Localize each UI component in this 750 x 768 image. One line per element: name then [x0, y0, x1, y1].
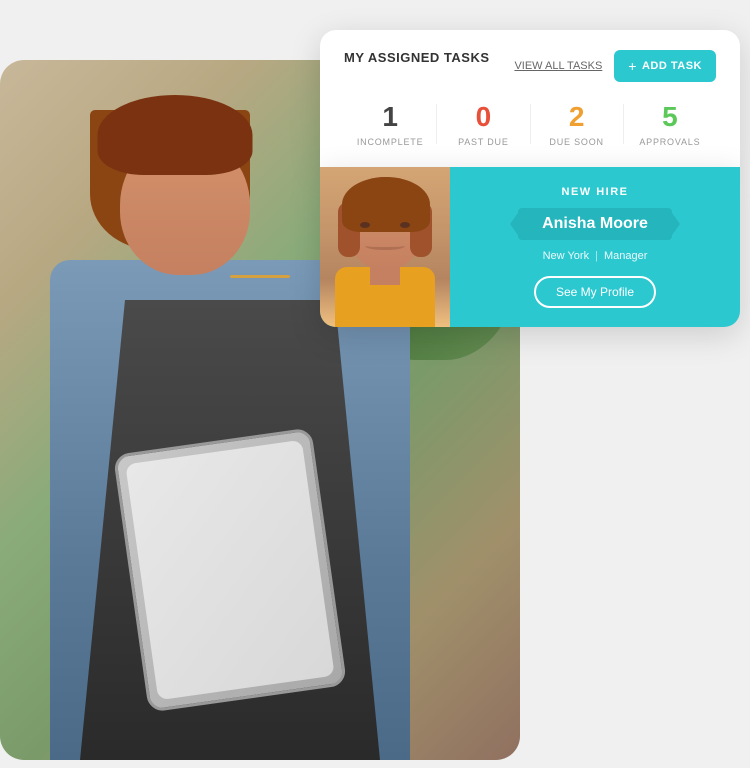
view-all-tasks-link[interactable]: VIEW ALL TASKS — [514, 60, 602, 72]
newhire-name: Anisha Moore — [542, 215, 648, 232]
plus-icon: + — [628, 58, 637, 74]
newhire-name-banner: Anisha Moore — [518, 208, 672, 240]
newhire-role: Manager — [604, 250, 647, 262]
stat-duesoon-label: DUE SOON — [531, 137, 623, 147]
newhire-photo — [320, 167, 450, 327]
stat-approvals: 5 APPROVALS — [624, 102, 716, 147]
stat-pastdue-value: 0 — [437, 102, 529, 133]
person-hair-top — [98, 95, 253, 175]
newhire-info: NEW HIRE Anisha Moore New York | Manager… — [450, 167, 740, 327]
tasks-stats: 1 INCOMPLETE 0 PAST DUE 2 DUE SOON 5 APP… — [344, 102, 716, 147]
stat-pastdue-label: PAST DUE — [437, 137, 529, 147]
stat-incomplete-label: INCOMPLETE — [344, 137, 436, 147]
tablet-screen — [125, 440, 334, 700]
add-task-label: ADD TASK — [642, 60, 702, 72]
person-necklace — [230, 275, 290, 278]
stat-duesoon-value: 2 — [531, 102, 623, 133]
tablet — [113, 427, 347, 712]
stat-incomplete-value: 1 — [344, 102, 436, 133]
tasks-actions: VIEW ALL TASKS + ADD TASK — [514, 50, 716, 82]
stat-past-due: 0 PAST DUE — [437, 102, 529, 147]
avatar-hair-front — [342, 177, 430, 232]
stat-approvals-label: APPROVALS — [624, 137, 716, 147]
tasks-card: MY ASSIGNED TASKS VIEW ALL TASKS + ADD T… — [320, 30, 740, 167]
see-profile-label: See My Profile — [556, 285, 634, 299]
newhire-label: NEW HIRE — [562, 186, 629, 198]
avatar-smile — [365, 242, 405, 250]
add-task-button[interactable]: + ADD TASK — [614, 50, 716, 82]
stat-due-soon: 2 DUE SOON — [531, 102, 623, 147]
see-profile-button[interactable]: See My Profile — [534, 276, 656, 308]
newhire-location: New York — [543, 250, 589, 262]
scene: MY ASSIGNED TASKS VIEW ALL TASKS + ADD T… — [0, 0, 750, 768]
newhire-meta: New York | Manager — [543, 250, 648, 262]
cards-container: MY ASSIGNED TASKS VIEW ALL TASKS + ADD T… — [320, 30, 740, 327]
tasks-header: MY ASSIGNED TASKS VIEW ALL TASKS + ADD T… — [344, 50, 716, 82]
avatar-neck — [370, 265, 400, 285]
avatar-eye-right — [400, 222, 410, 228]
avatar-eye-left — [360, 222, 370, 228]
tasks-title: MY ASSIGNED TASKS — [344, 50, 490, 67]
meta-divider: | — [595, 250, 598, 262]
stat-approvals-value: 5 — [624, 102, 716, 133]
stat-incomplete: 1 INCOMPLETE — [344, 102, 436, 147]
newhire-card: NEW HIRE Anisha Moore New York | Manager… — [320, 167, 740, 327]
